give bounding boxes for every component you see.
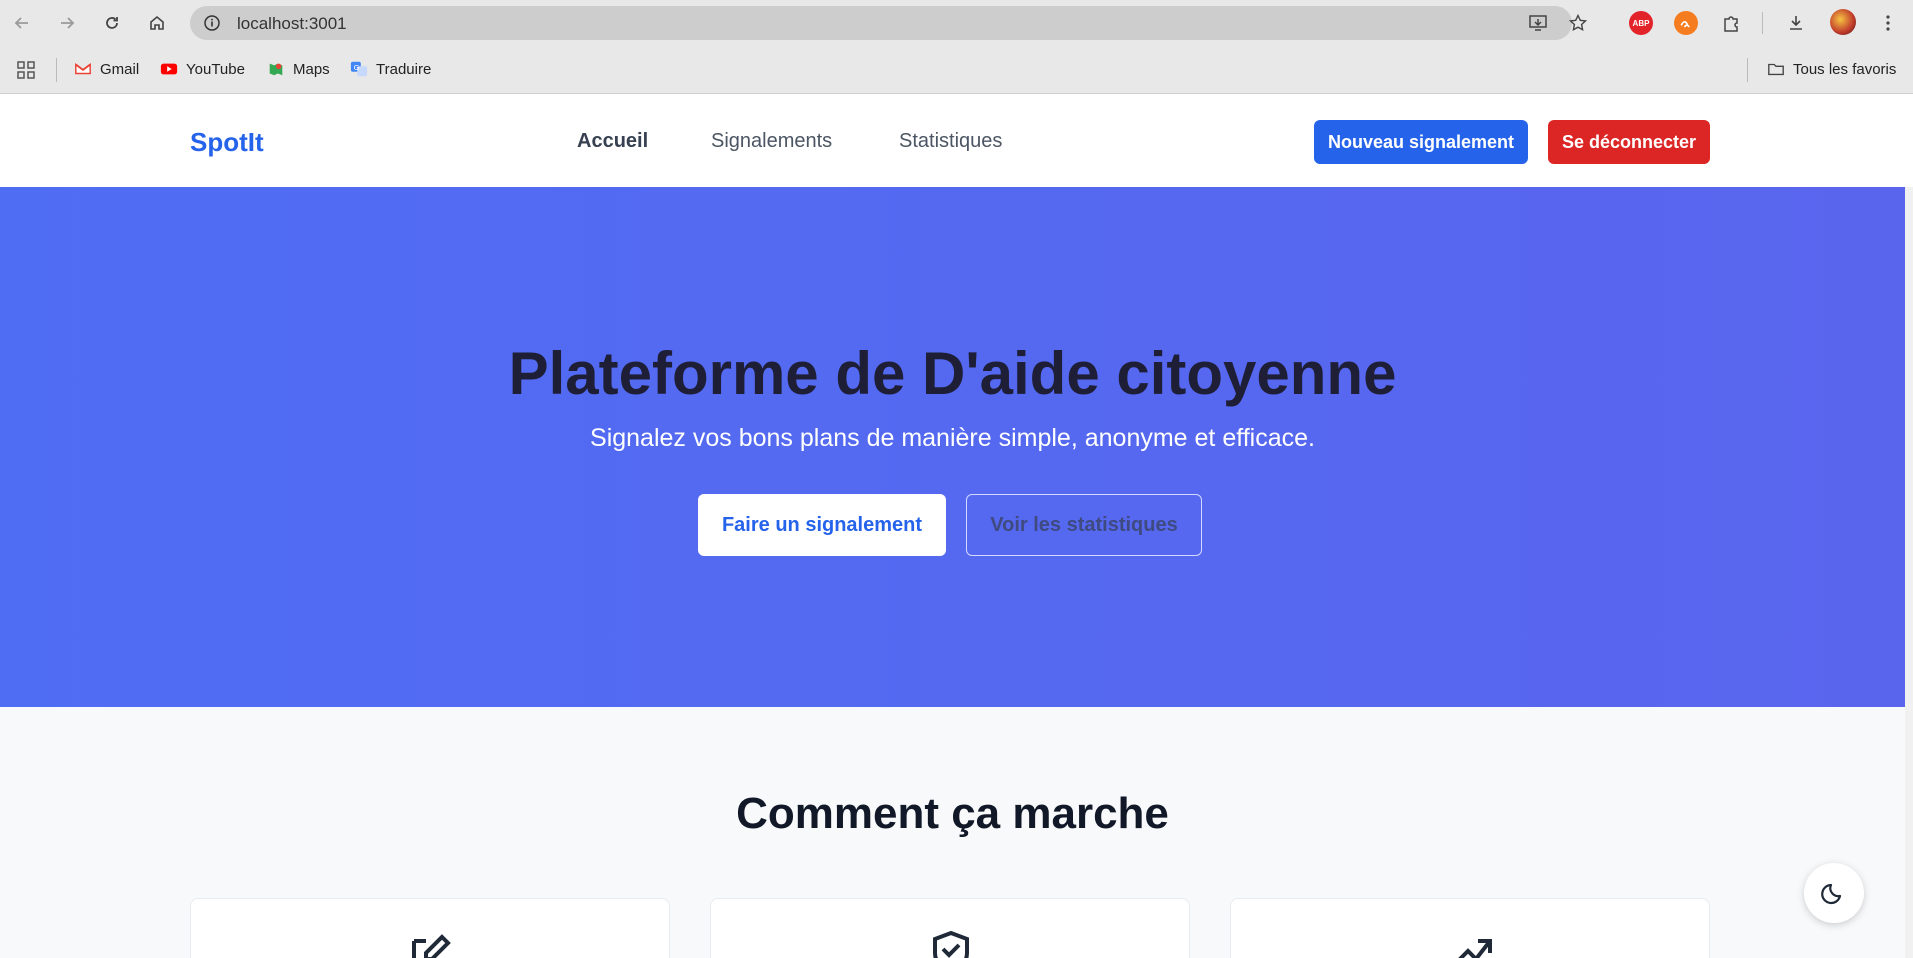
install-app-icon[interactable] bbox=[1528, 13, 1548, 33]
apps-grid-icon[interactable] bbox=[16, 60, 36, 80]
home-button[interactable] bbox=[142, 8, 172, 38]
hero-section: Plateforme de D'aide citoyenne Signalez … bbox=[0, 187, 1905, 707]
bookmark-gmail[interactable]: Gmail bbox=[74, 60, 139, 78]
dark-mode-toggle[interactable] bbox=[1804, 863, 1864, 923]
profile-avatar[interactable] bbox=[1830, 9, 1856, 35]
browser-toolbar: localhost:3001 ABP bbox=[0, 0, 1913, 46]
downloads-button[interactable] bbox=[1781, 8, 1811, 38]
maps-icon bbox=[269, 63, 283, 76]
moon-icon bbox=[1821, 883, 1842, 905]
address-bar[interactable]: localhost:3001 bbox=[190, 6, 1588, 40]
bookmarks-divider bbox=[56, 58, 57, 82]
puzzle-icon bbox=[1724, 16, 1738, 32]
browser-menu-button[interactable] bbox=[1873, 8, 1903, 38]
step-card-verify bbox=[710, 898, 1190, 958]
hero-title: Plateforme de D'aide citoyenne bbox=[508, 340, 1397, 407]
step-card-track bbox=[1230, 898, 1710, 958]
step-card-report bbox=[190, 898, 670, 958]
home-icon bbox=[150, 15, 164, 30]
reload-button[interactable] bbox=[97, 8, 127, 38]
folder-icon bbox=[1768, 63, 1784, 76]
nav-statistiques[interactable]: Statistiques bbox=[899, 130, 1002, 153]
nav-accueil[interactable]: Accueil bbox=[577, 130, 648, 153]
orange-extension-icon[interactable] bbox=[1674, 11, 1698, 35]
wave-icon bbox=[1680, 21, 1690, 28]
page-scrollbar-track[interactable] bbox=[1905, 187, 1913, 958]
how-it-works-title: Comment ça marche bbox=[736, 789, 1169, 838]
brand-logo[interactable]: SpotIt bbox=[190, 127, 264, 158]
bookmark-maps[interactable]: Maps bbox=[267, 60, 330, 78]
hero-subtitle: Signalez vos bons plans de manière simpl… bbox=[590, 424, 1315, 452]
bookmarks-divider-right bbox=[1747, 58, 1748, 82]
nav-signalements[interactable]: Signalements bbox=[711, 130, 832, 153]
logout-button[interactable]: Se déconnecter bbox=[1548, 120, 1710, 164]
new-report-button[interactable]: Nouveau signalement bbox=[1314, 120, 1528, 164]
bookmarks-bar: Gmail YouTube Maps G Traduire Tous les f… bbox=[0, 46, 1913, 94]
shield-check-icon bbox=[933, 930, 969, 958]
back-arrow-icon bbox=[14, 17, 28, 29]
toolbar-divider bbox=[1762, 12, 1763, 34]
gmail-icon bbox=[75, 63, 91, 75]
how-it-works-section: Comment ça marche bbox=[0, 707, 1905, 958]
site-header: SpotIt Accueil Signalements Statistiques… bbox=[0, 95, 1913, 187]
svg-text:G: G bbox=[354, 63, 360, 72]
forward-arrow-icon bbox=[61, 17, 75, 29]
extensions-button[interactable] bbox=[1716, 8, 1746, 38]
bookmark-translate[interactable]: G Traduire bbox=[350, 60, 431, 78]
pencil-edit-icon bbox=[412, 934, 451, 958]
bookmark-youtube[interactable]: YouTube bbox=[160, 60, 245, 78]
make-report-button[interactable]: Faire un signalement bbox=[698, 494, 946, 556]
reload-icon bbox=[106, 17, 118, 29]
adblock-extension-icon[interactable]: ABP bbox=[1629, 11, 1653, 35]
forward-button[interactable] bbox=[52, 8, 82, 38]
all-bookmarks-folder[interactable]: Tous les favoris bbox=[1767, 60, 1896, 78]
translate-icon: G bbox=[350, 61, 368, 77]
view-stats-button[interactable]: Voir les statistiques bbox=[966, 494, 1202, 556]
trending-up-icon bbox=[1458, 939, 1492, 958]
back-button[interactable] bbox=[7, 8, 37, 38]
youtube-icon bbox=[160, 63, 178, 75]
url-text: localhost:3001 bbox=[237, 14, 347, 33]
download-icon bbox=[1790, 16, 1802, 30]
kebab-menu-icon bbox=[1886, 15, 1890, 31]
bookmark-star-icon[interactable] bbox=[1568, 13, 1588, 33]
site-info-icon[interactable] bbox=[202, 13, 222, 33]
